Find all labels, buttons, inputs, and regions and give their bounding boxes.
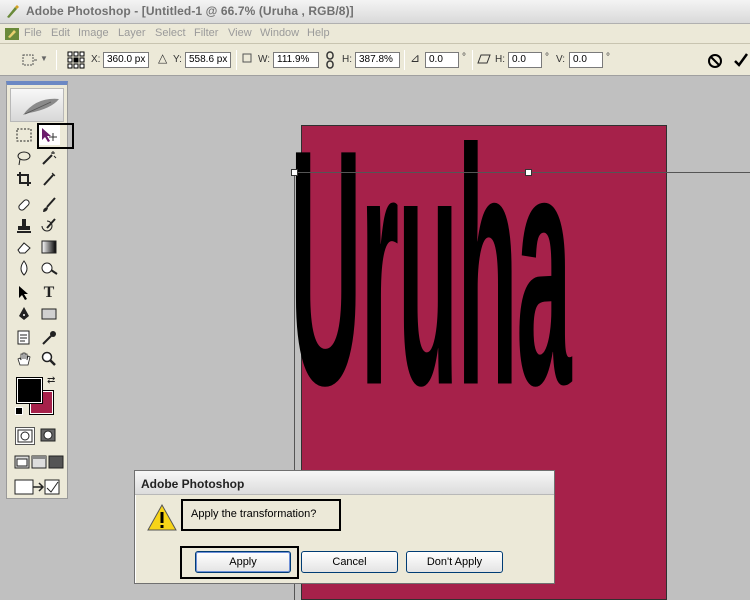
- menu-bar: File Edit Image Layer Select Filter View…: [0, 24, 750, 44]
- pen-tool-icon[interactable]: [13, 304, 35, 324]
- type-tool-icon[interactable]: T: [38, 283, 60, 303]
- notes-tool-icon[interactable]: [13, 328, 35, 348]
- title-bar: Adobe Photoshop - [Untitled-1 @ 66.7% (U…: [0, 0, 750, 24]
- dodge-tool-icon[interactable]: [38, 258, 60, 278]
- healing-brush-tool-icon[interactable]: [13, 195, 35, 215]
- rectangle-shape-tool-icon[interactable]: [38, 304, 60, 324]
- toolbox-header[interactable]: [10, 88, 64, 122]
- dialog-title-bar[interactable]: Adobe Photoshop: [135, 471, 554, 495]
- crop-tool-icon[interactable]: [13, 169, 35, 189]
- dialog-title: Adobe Photoshop: [141, 477, 245, 491]
- menu-file[interactable]: File: [24, 27, 42, 39]
- y-label: Y:: [173, 54, 182, 65]
- transform-handle-top-center[interactable]: [525, 169, 532, 176]
- degree-symbol: °: [545, 52, 549, 63]
- menu-select[interactable]: Select: [155, 27, 186, 39]
- marquee-tool-icon[interactable]: [13, 125, 35, 145]
- separator: [56, 50, 57, 70]
- warning-icon: [147, 503, 177, 531]
- x-label: X:: [91, 54, 101, 65]
- apply-transformation-dialog: Adobe Photoshop Apply the transformation…: [134, 470, 555, 584]
- feather-logo-icon: [23, 98, 59, 115]
- transform-bounding-top-edge[interactable]: [294, 172, 750, 173]
- menu-image[interactable]: Image: [78, 27, 109, 39]
- slice-tool-icon[interactable]: [38, 169, 60, 189]
- horizontal-skew-input[interactable]: 0.0: [508, 52, 542, 68]
- jump-to-imageready-icon[interactable]: [13, 477, 63, 497]
- hand-tool-icon[interactable]: [13, 349, 35, 369]
- horizontal-skew-label: H:: [495, 54, 505, 65]
- width-scale-icon: [242, 53, 252, 63]
- move-tool-highlight: [37, 123, 74, 149]
- photoshop-menu-icon[interactable]: [4, 26, 20, 42]
- brush-tool-icon[interactable]: [38, 195, 60, 215]
- separator: [472, 50, 473, 70]
- skew-icon: [477, 54, 491, 64]
- transform-tool-preset-icon[interactable]: [20, 52, 38, 68]
- magic-wand-tool-icon[interactable]: [38, 148, 60, 168]
- delta-icon: △: [158, 51, 168, 65]
- cancel-button[interactable]: Cancel: [301, 551, 398, 573]
- y-position-input[interactable]: 558.6 px: [185, 52, 231, 68]
- width-input[interactable]: 111.9%: [273, 52, 319, 68]
- menu-view[interactable]: View: [228, 27, 252, 39]
- eyedropper-tool-icon[interactable]: [38, 328, 60, 348]
- path-selection-tool-icon[interactable]: [13, 283, 35, 303]
- toolbox-panel: T ⇄: [6, 81, 74, 499]
- rotate-angle-input[interactable]: 0.0: [425, 52, 459, 68]
- full-screen-mode-icon[interactable]: [48, 454, 64, 470]
- quick-mask-mode-icon[interactable]: [39, 427, 59, 445]
- menu-help[interactable]: Help: [307, 27, 330, 39]
- lasso-tool-icon[interactable]: [13, 148, 35, 168]
- swap-colors-icon[interactable]: ⇄: [47, 375, 55, 386]
- menu-window[interactable]: Window: [260, 27, 299, 39]
- full-screen-menu-mode-icon[interactable]: [31, 454, 47, 470]
- h-label: H:: [342, 54, 352, 65]
- history-brush-tool-icon[interactable]: [38, 216, 60, 236]
- separator: [236, 50, 237, 70]
- default-colors-icon[interactable]: [15, 407, 23, 415]
- degree-symbol: °: [606, 52, 610, 63]
- eraser-tool-icon[interactable]: [13, 237, 35, 257]
- zoom-tool-icon[interactable]: [38, 349, 60, 369]
- vertical-skew-label: V:: [556, 54, 566, 65]
- vertical-skew-input[interactable]: 0.0: [569, 52, 603, 68]
- dialog-message: Apply the transformation?: [191, 508, 317, 520]
- menu-layer[interactable]: Layer: [118, 27, 146, 39]
- w-label: W:: [258, 54, 271, 65]
- cancel-transform-icon[interactable]: [707, 53, 723, 69]
- photoshop-app-icon: [7, 5, 19, 18]
- rotate-angle-icon: ⊿: [410, 51, 421, 65]
- options-bar: ▼ X: 360.0 px △ Y: 558.6 px W: 111.9% H:…: [0, 44, 750, 76]
- gradient-tool-icon[interactable]: [38, 237, 60, 257]
- degree-symbol: °: [462, 52, 466, 63]
- clone-stamp-tool-icon[interactable]: [13, 216, 35, 236]
- commit-transform-icon[interactable]: [733, 52, 749, 68]
- separator: [404, 50, 405, 70]
- link-chain-icon[interactable]: [325, 51, 335, 69]
- preset-dropdown-icon[interactable]: ▼: [40, 54, 48, 63]
- apply-button[interactable]: Apply: [195, 551, 291, 573]
- x-position-input[interactable]: 360.0 px: [103, 52, 149, 68]
- dont-apply-button[interactable]: Don't Apply: [406, 551, 503, 573]
- blur-tool-icon[interactable]: [13, 258, 35, 278]
- standard-mode-icon[interactable]: [15, 427, 35, 445]
- standard-screen-mode-icon[interactable]: [14, 454, 30, 470]
- transform-handle-top-left[interactable]: [291, 169, 298, 176]
- foreground-color-swatch[interactable]: [16, 377, 43, 404]
- menu-edit[interactable]: Edit: [51, 27, 70, 39]
- window-title: Adobe Photoshop - [Untitled-1 @ 66.7% (U…: [26, 4, 354, 18]
- reference-point-icon[interactable]: [67, 51, 85, 69]
- height-input[interactable]: 387.8%: [355, 52, 400, 68]
- menu-filter[interactable]: Filter: [194, 27, 218, 39]
